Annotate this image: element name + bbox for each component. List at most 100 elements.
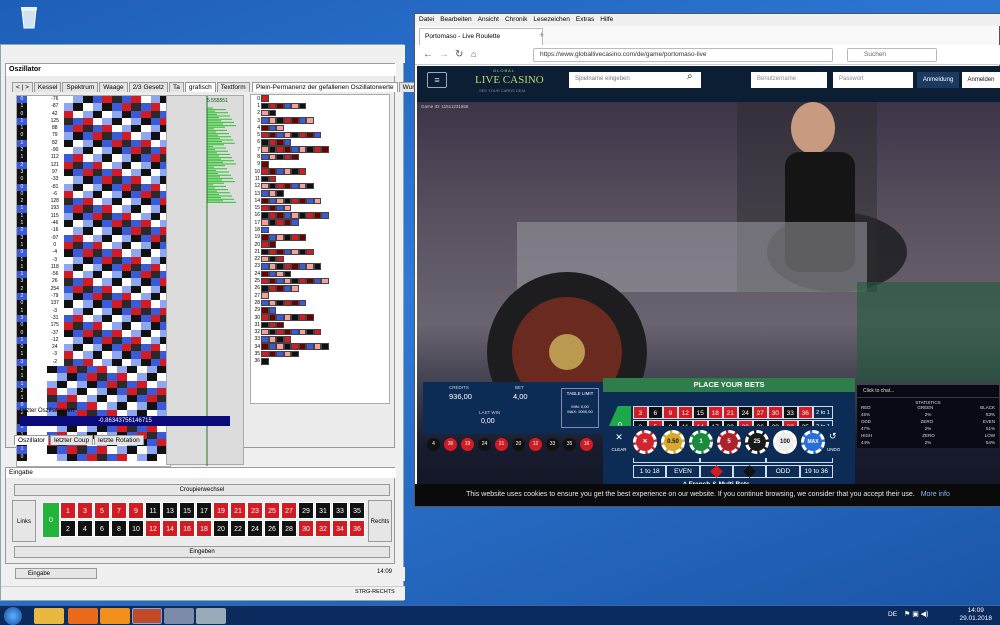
username-input[interactable]: Benutzername	[751, 72, 827, 88]
bet-red[interactable]	[699, 465, 733, 478]
input-number-25[interactable]: 25	[264, 502, 280, 519]
address-bar[interactable]: https://www.globallivecasino.com/de/game…	[533, 48, 833, 62]
tab-oszillator[interactable]: Oszillator	[14, 435, 50, 445]
input-number-16[interactable]: 16	[179, 520, 195, 537]
game-search-input[interactable]: Spielname eingeben	[569, 72, 701, 88]
chip-max[interactable]: MAX	[801, 430, 825, 454]
input-number-13[interactable]: 13	[162, 502, 178, 519]
tray-icons[interactable]: ⚑ ▣ ◀)	[904, 610, 929, 618]
home-icon[interactable]: ⌂	[471, 49, 476, 59]
input-number-8[interactable]: 8	[111, 520, 127, 537]
input-number-4[interactable]: 4	[77, 520, 93, 537]
app-cube-icon[interactable]	[164, 608, 194, 624]
chip-100[interactable]: 100	[773, 430, 797, 454]
input-number-6[interactable]: 6	[94, 520, 110, 537]
bet-low[interactable]: 1 to 18	[633, 465, 667, 478]
input-number-15[interactable]: 15	[179, 502, 195, 519]
cookie-more-info-link[interactable]: More info	[921, 491, 950, 498]
menu-lesezeichen[interactable]: Lesezeichen	[533, 16, 570, 24]
input-number-30[interactable]: 30	[298, 520, 314, 537]
recycle-bin-icon[interactable]	[18, 4, 40, 30]
menu-bearbeiten[interactable]: Bearbeiten	[440, 16, 471, 24]
croupier-change-button[interactable]: Croupierwechsel	[14, 484, 390, 496]
input-number-32[interactable]: 32	[315, 520, 331, 537]
input-number-9[interactable]: 9	[128, 502, 144, 519]
input-number-18[interactable]: 18	[196, 520, 212, 537]
bet-number-12[interactable]: 12	[678, 406, 693, 419]
input-number-29[interactable]: 29	[298, 502, 314, 519]
bet-number-3[interactable]: 3	[633, 406, 648, 419]
input-number-23[interactable]: 23	[247, 502, 263, 519]
bet-number-9[interactable]: 9	[663, 406, 678, 419]
tab-waage[interactable]: Waage	[99, 82, 128, 92]
input-number-26[interactable]: 26	[264, 520, 280, 537]
bet-black[interactable]	[732, 465, 767, 478]
input-number-21[interactable]: 21	[230, 502, 246, 519]
chat-input[interactable]: Click to chat...	[857, 385, 999, 397]
vlc-icon[interactable]	[100, 608, 130, 624]
chip-1[interactable]: 1	[689, 430, 713, 454]
input-number-10[interactable]: 10	[128, 520, 144, 537]
bet-number-15[interactable]: 15	[693, 406, 708, 419]
bet-column-1[interactable]: 2 to 1	[813, 406, 833, 419]
tab-letzter-coup[interactable]: letzter Coup	[50, 435, 94, 445]
bet-number-6[interactable]: 6	[648, 406, 663, 419]
menu-ansicht[interactable]: Ansicht	[478, 16, 499, 24]
input-number-20[interactable]: 20	[213, 520, 229, 537]
rechts-button[interactable]: Rechts	[368, 500, 392, 542]
register-button[interactable]: Anmelden	[962, 72, 1000, 88]
input-number-22[interactable]: 22	[230, 520, 246, 537]
app-tool-icon[interactable]	[196, 608, 226, 624]
chip-050[interactable]: 0.50	[661, 430, 685, 454]
input-number-12[interactable]: 12	[145, 520, 161, 537]
login-button[interactable]: Anmeldung	[917, 72, 959, 88]
hamburger-menu-icon[interactable]: ≡	[427, 72, 447, 88]
firefox-pinned-icon[interactable]	[68, 608, 98, 624]
forward-icon[interactable]: →	[439, 49, 449, 60]
bet-number-27[interactable]: 27	[753, 406, 768, 419]
input-number-17[interactable]: 17	[196, 502, 212, 519]
input-number-24[interactable]: 24	[247, 520, 263, 537]
new-tab-icon[interactable]: +	[539, 30, 544, 40]
tab-ta[interactable]: Ta	[169, 82, 184, 92]
input-number-3[interactable]: 3	[77, 502, 93, 519]
bet-number-36[interactable]: 36	[798, 406, 813, 419]
input-number-33[interactable]: 33	[332, 502, 348, 519]
input-number-11[interactable]: 11	[145, 502, 161, 519]
browser-search[interactable]: Suchen	[847, 48, 937, 62]
input-number-28[interactable]: 28	[281, 520, 297, 537]
input-number-31[interactable]: 31	[315, 502, 331, 519]
input-number-1[interactable]: 1	[60, 502, 76, 519]
browser-tab[interactable]: Portomaso - Live Roulette	[419, 28, 543, 45]
menu-extras[interactable]: Extras	[576, 16, 594, 24]
eingeben-button[interactable]: Eingeben	[14, 546, 390, 558]
chip-25[interactable]: 25	[745, 430, 769, 454]
explorer-icon[interactable]	[34, 608, 64, 624]
tab-kessel[interactable]: Kessel	[33, 82, 62, 92]
reload-icon[interactable]: ↻	[455, 49, 463, 60]
input-number-36[interactable]: 36	[349, 520, 365, 537]
bet-even[interactable]: EVEN	[666, 465, 700, 478]
tab-textform[interactable]: Textform	[216, 82, 250, 92]
bet-number-18[interactable]: 18	[708, 406, 723, 419]
menu-datei[interactable]: Datei	[419, 16, 434, 24]
input-number-27[interactable]: 27	[281, 502, 297, 519]
menu-hilfe[interactable]: Hilfe	[600, 16, 613, 24]
tab-plein-permanenz[interactable]: Plein-Permanenz der gefallenen Oszillato…	[252, 82, 398, 92]
start-button-icon[interactable]	[4, 607, 22, 625]
tab-spektrum[interactable]: Spektrum	[62, 82, 99, 92]
input-number-34[interactable]: 34	[332, 520, 348, 537]
input-number-35[interactable]: 35	[349, 502, 365, 519]
tab-grafisch[interactable]: grafisch	[184, 82, 216, 92]
tab-gesetz[interactable]: 2/3 Gesetz	[128, 82, 169, 92]
taskbar-clock[interactable]: 14:09 29.01.2018	[959, 607, 992, 623]
tab-letzte-rotation[interactable]: letzte Rotation	[94, 435, 144, 445]
input-number-2[interactable]: 2	[60, 520, 76, 537]
bet-number-21[interactable]: 21	[723, 406, 738, 419]
chip-cancel-icon[interactable]: ✕	[633, 430, 657, 454]
menu-chronik[interactable]: Chronik	[505, 16, 527, 24]
bet-high[interactable]: 19 to 36	[799, 465, 833, 478]
undo-icon[interactable]: ↺	[829, 431, 837, 442]
bet-number-30[interactable]: 30	[768, 406, 783, 419]
bet-number-24[interactable]: 24	[738, 406, 753, 419]
